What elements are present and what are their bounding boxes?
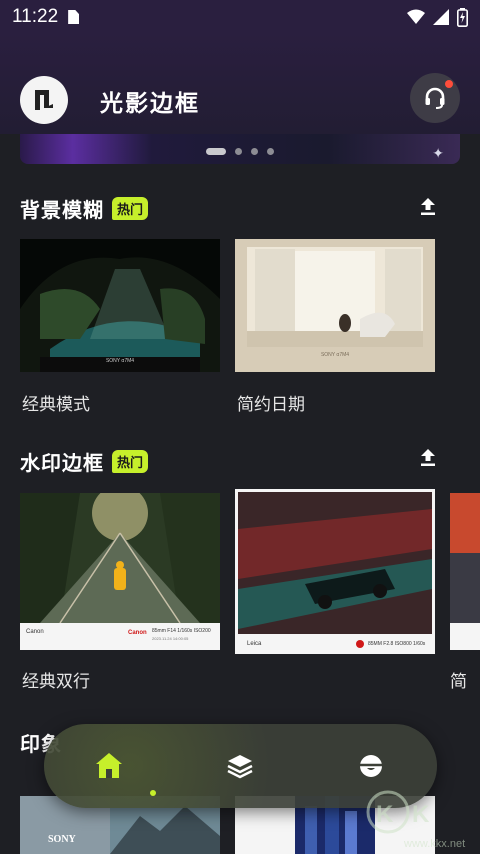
template-card-classic[interactable]: SONY α7M4 [20, 239, 220, 372]
sparkle-icon: ✦ [432, 146, 444, 162]
status-time: 11:22 [12, 6, 59, 27]
hot-badge: 热门 [112, 197, 149, 220]
watermark-camera: Canon [26, 629, 44, 635]
card-brand: SONY [320, 352, 336, 358]
signal-icon [433, 9, 449, 25]
support-button[interactable] [410, 73, 460, 123]
card-caption[interactable]: 经典双行 [22, 667, 90, 692]
nav-profile[interactable] [351, 746, 391, 786]
card-caption[interactable]: 简 [450, 667, 467, 692]
hot-badge: 热门 [112, 450, 149, 473]
sim-card-icon [68, 10, 80, 24]
sunset-photo [450, 493, 480, 650]
carousel-dot[interactable] [206, 148, 226, 155]
battery-charging-icon [457, 7, 468, 27]
watermark-settings: 85mm F14 1/160s ISO200 [152, 628, 211, 634]
app-title: 光影边框 [100, 91, 200, 117]
template-card-double-line[interactable]: Canon Canon 85mm F14 1/160s ISO200 2023.… [20, 493, 220, 650]
site-watermark: K K www.kkx.net [360, 790, 470, 854]
racecar-photo [235, 489, 435, 654]
upload-icon[interactable] [417, 195, 439, 217]
app-header: 光影边框 [0, 34, 480, 134]
section-header-watermark: 水印边框 热门 [20, 447, 149, 476]
watermark-camera: Leica [247, 641, 262, 647]
section-title: 水印边框 [20, 451, 104, 475]
nav-home[interactable] [89, 746, 129, 786]
carousel-dot[interactable] [267, 148, 274, 155]
template-card-date[interactable]: SONY α7M4 [235, 239, 435, 372]
template-card-leica[interactable]: Leica 85MM F2.8 ISO800 1/60s [235, 489, 435, 654]
watermark-lens-brand: Canon [128, 630, 147, 636]
watermark-url: www.kkx.net [404, 838, 466, 850]
home-icon [96, 753, 122, 778]
upload-icon[interactable] [417, 446, 439, 468]
svg-text:K: K [376, 801, 394, 828]
card-model: α7M4 [121, 358, 135, 364]
active-indicator [150, 790, 156, 796]
template-card-partial[interactable] [450, 493, 480, 650]
carousel-dot[interactable] [251, 148, 258, 155]
watermark-logo-icon: K K [366, 790, 430, 834]
layers-icon [227, 755, 253, 779]
section-header-blur: 背景模糊 热门 [20, 194, 149, 223]
watermark-settings: 85MM F2.8 ISO800 1/60s [368, 641, 426, 647]
headset-icon [425, 87, 445, 109]
card-caption[interactable]: 经典模式 [22, 390, 90, 415]
carousel-dot[interactable] [235, 148, 242, 155]
carousel-indicator [20, 148, 460, 155]
card-model: α7M4 [336, 352, 350, 358]
face-icon [360, 755, 382, 777]
svg-text:K: K [412, 801, 430, 828]
wifi-icon [407, 9, 425, 24]
card-brand: SONY [48, 834, 76, 845]
nav-layers[interactable] [220, 746, 260, 786]
card-brand: SONY [105, 358, 121, 364]
bridge-photo [20, 493, 220, 624]
leica-logo-icon [356, 640, 364, 648]
status-bar: 11:22 [0, 0, 480, 34]
banner-carousel[interactable]: ✦ [20, 134, 460, 164]
app-logo-icon[interactable] [20, 76, 68, 124]
watermark-date: 2023.11.24 14:00:05 [152, 636, 189, 641]
card-caption[interactable]: 简约日期 [237, 390, 305, 415]
notification-dot [445, 80, 453, 88]
cave-photo [20, 239, 220, 372]
section-title: 背景模糊 [20, 198, 104, 222]
